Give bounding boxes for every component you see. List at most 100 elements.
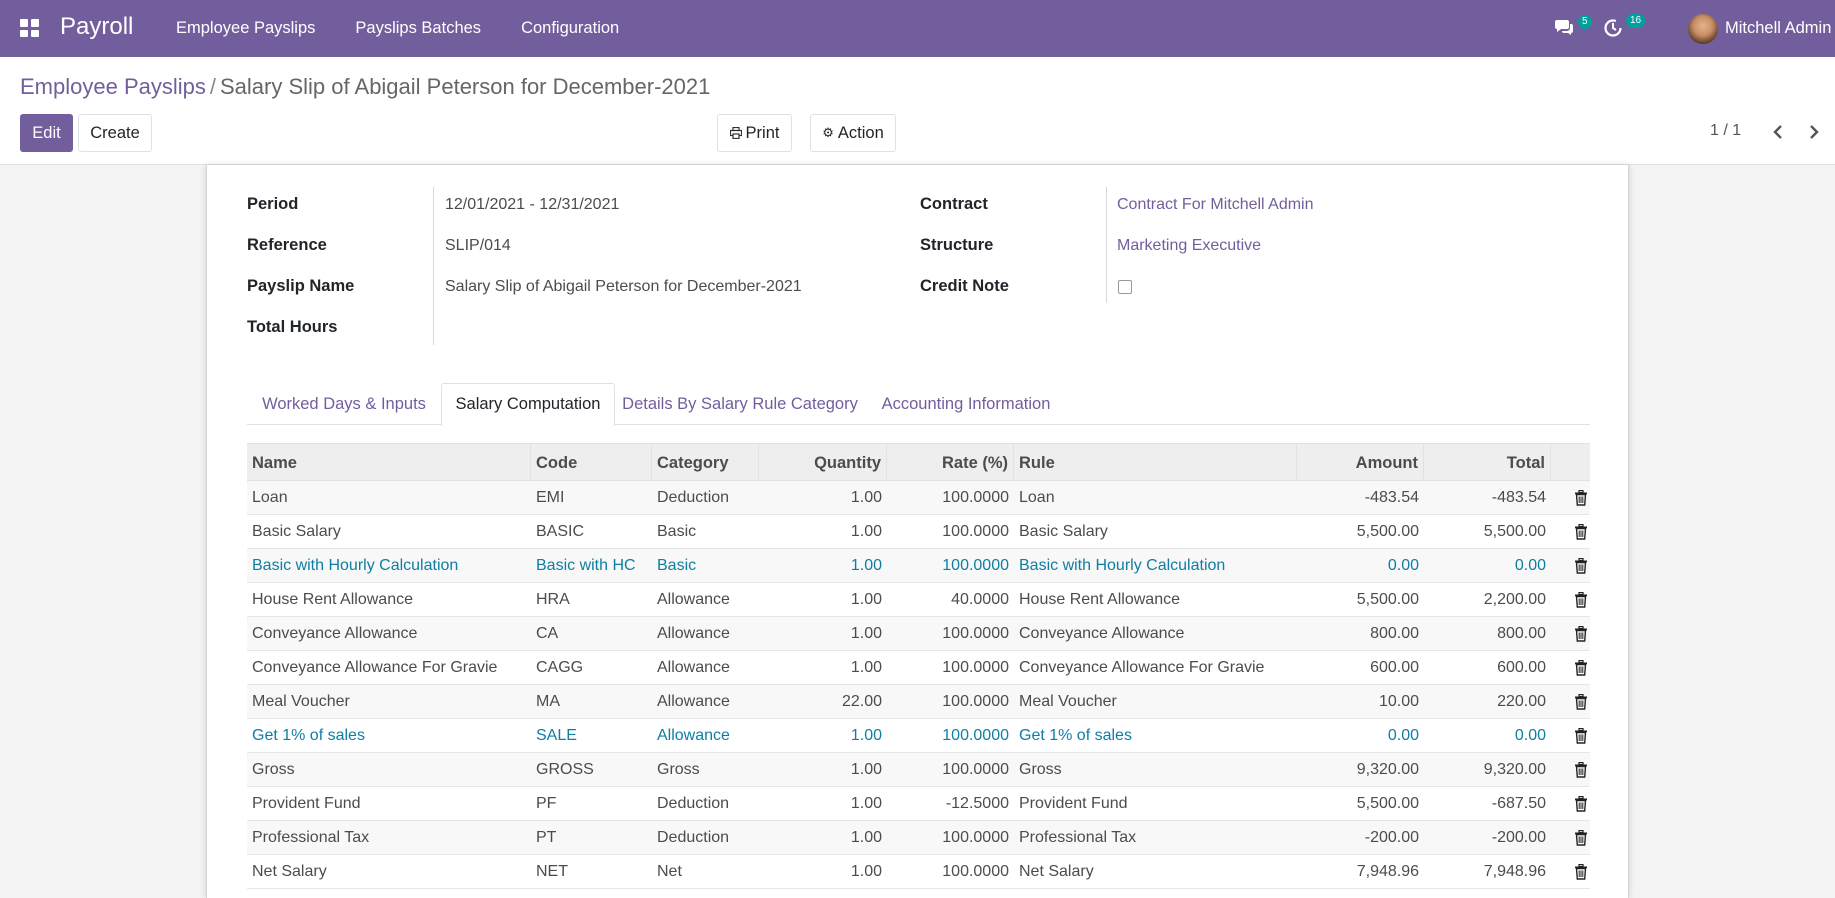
- pager-next-button[interactable]: [1804, 121, 1824, 143]
- pager-value[interactable]: 1 / 1: [1710, 122, 1741, 140]
- cell-rule: Loan: [1019, 489, 1055, 506]
- table-row[interactable]: Meal Voucher MA Allowance 22.00 100.0000 Meal…: [247, 685, 1590, 719]
- column-header-code[interactable]: Code: [531, 444, 652, 482]
- cell-category: Basic: [657, 523, 697, 540]
- column-header-rate[interactable]: Rate (%): [887, 444, 1014, 482]
- tab-accounting-information[interactable]: Accounting Information: [865, 383, 1067, 425]
- cell-rate: -12.5000: [945, 795, 1009, 812]
- total-hours-label: Total Hours: [247, 318, 338, 336]
- cell-rate: 100.0000: [942, 829, 1009, 846]
- cell-code: GROSS: [536, 761, 594, 778]
- cell-rate: 100.0000: [942, 557, 1009, 574]
- cell-rate: 100.0000: [942, 693, 1009, 710]
- cell-code: Basic with HC: [536, 557, 636, 574]
- main-menu: Employee Payslips Payslips Batches Confi…: [176, 19, 659, 38]
- cell-amount: 800.00: [1370, 625, 1419, 642]
- chevron-left-icon: [1773, 125, 1782, 139]
- apps-icon[interactable]: [20, 19, 40, 37]
- table-row[interactable]: Get 1% of sales SALE Allowance 1.00 100.0000…: [247, 719, 1590, 753]
- trash-icon[interactable]: [1574, 830, 1588, 846]
- table-row[interactable]: House Rent Allowance HRA Allowance 1.00 40.0…: [247, 583, 1590, 617]
- cell-rate: 100.0000: [942, 659, 1009, 676]
- cell-total: -200.00: [1491, 829, 1546, 846]
- trash-icon[interactable]: [1574, 524, 1588, 540]
- column-header-amount[interactable]: Amount: [1297, 444, 1424, 482]
- breadcrumb-parent[interactable]: Employee Payslips: [20, 74, 206, 99]
- tab-salary-computation[interactable]: Salary Computation: [441, 383, 615, 426]
- column-header-category[interactable]: Category: [652, 444, 759, 482]
- table-row[interactable]: Net Salary NET Net 1.00 100.0000 Net Salary 7,…: [247, 855, 1590, 889]
- cell-rate: 100.0000: [942, 489, 1009, 506]
- table-body: Loan EMI Deduction 1.00 100.0000 Loan -483.54 -…: [247, 481, 1590, 889]
- cell-quantity: 1.00: [850, 659, 882, 676]
- cell-name: Provident Fund: [252, 795, 361, 812]
- table-row[interactable]: Loan EMI Deduction 1.00 100.0000 Loan -483.54 -…: [247, 481, 1590, 515]
- cell-code: CA: [536, 625, 559, 642]
- table-row[interactable]: Provident Fund PF Deduction 1.00 -12.5000 Pro…: [247, 787, 1590, 821]
- action-label: Action: [837, 123, 884, 142]
- cell-amount: 5,500.00: [1356, 795, 1419, 812]
- table-row[interactable]: Gross GROSS Gross 1.00 100.0000 Gross 9,320.00…: [247, 753, 1590, 787]
- structure-link[interactable]: Marketing Executive: [1117, 237, 1261, 255]
- cell-amount: 0.00: [1387, 557, 1419, 574]
- menu-payslips-batches[interactable]: Payslips Batches: [355, 19, 481, 38]
- user-name[interactable]: Mitchell Admin: [1725, 19, 1831, 38]
- trash-icon[interactable]: [1574, 490, 1588, 506]
- reference-label: Reference: [247, 236, 327, 254]
- chat-icon[interactable]: [1554, 18, 1574, 36]
- menu-configuration[interactable]: Configuration: [521, 19, 619, 38]
- column-header-total[interactable]: Total: [1424, 444, 1551, 482]
- column-header-name[interactable]: Name: [247, 444, 531, 482]
- table-row[interactable]: Basic with Hourly Calculation Basic with …: [247, 549, 1590, 583]
- cell-rule: Gross: [1019, 761, 1062, 778]
- cell-total: -687.50: [1491, 795, 1546, 812]
- tab-worked-days[interactable]: Worked Days & Inputs: [247, 383, 441, 425]
- cell-amount: 600.00: [1370, 659, 1419, 676]
- trash-icon[interactable]: [1574, 660, 1588, 676]
- avatar[interactable]: [1688, 14, 1718, 44]
- cell-name: Gross: [252, 761, 295, 778]
- cell-rate: 100.0000: [942, 761, 1009, 778]
- app-name[interactable]: Payroll: [60, 13, 133, 41]
- column-header-rule[interactable]: Rule: [1014, 444, 1297, 482]
- cell-total: 0.00: [1514, 557, 1546, 574]
- trash-icon[interactable]: [1574, 558, 1588, 574]
- activity-icon[interactable]: [1603, 18, 1623, 38]
- cell-name: Net Salary: [252, 863, 327, 880]
- trash-icon[interactable]: [1574, 728, 1588, 744]
- trash-icon[interactable]: [1574, 762, 1588, 778]
- cell-category: Net: [657, 863, 682, 880]
- cell-quantity: 1.00: [850, 761, 882, 778]
- cell-rate: 100.0000: [942, 523, 1009, 540]
- cell-quantity: 1.00: [850, 523, 882, 540]
- trash-icon[interactable]: [1574, 694, 1588, 710]
- table-row[interactable]: Conveyance Allowance For Gravie CAGG Allow…: [247, 651, 1590, 685]
- edit-button[interactable]: Edit: [20, 114, 73, 152]
- menu-employee-payslips[interactable]: Employee Payslips: [176, 19, 315, 38]
- credit-note-checkbox[interactable]: [1118, 280, 1132, 294]
- table-row[interactable]: Professional Tax PT Deduction 1.00 100.0000 P…: [247, 821, 1590, 855]
- print-button[interactable]: Print: [717, 114, 792, 152]
- create-button[interactable]: Create: [78, 114, 152, 152]
- cell-category: Allowance: [657, 659, 730, 676]
- trash-icon[interactable]: [1574, 864, 1588, 880]
- action-button[interactable]: ⚙ Action: [810, 114, 896, 152]
- trash-icon[interactable]: [1574, 796, 1588, 812]
- column-header-quantity[interactable]: Quantity: [759, 444, 887, 482]
- right-group-divider: [1106, 187, 1107, 303]
- tab-details-by-category[interactable]: Details By Salary Rule Category: [615, 383, 865, 425]
- cell-total: 7,948.96: [1483, 863, 1546, 880]
- gear-icon: ⚙: [822, 125, 834, 140]
- cell-name: Meal Voucher: [252, 693, 350, 710]
- cell-category: Allowance: [657, 693, 730, 710]
- cell-rate: 100.0000: [942, 863, 1009, 880]
- cell-name: Conveyance Allowance: [252, 625, 418, 642]
- table-row[interactable]: Basic Salary BASIC Basic 1.00 100.0000 Basic …: [247, 515, 1590, 549]
- trash-icon[interactable]: [1574, 626, 1588, 642]
- contract-link[interactable]: Contract For Mitchell Admin: [1117, 196, 1314, 214]
- trash-icon[interactable]: [1574, 592, 1588, 608]
- table-row[interactable]: Conveyance Allowance CA Allowance 1.00 100.0…: [247, 617, 1590, 651]
- pager-previous-button[interactable]: [1768, 121, 1788, 143]
- messages-badge: 5: [1578, 15, 1592, 29]
- reference-value: SLIP/014: [445, 237, 511, 254]
